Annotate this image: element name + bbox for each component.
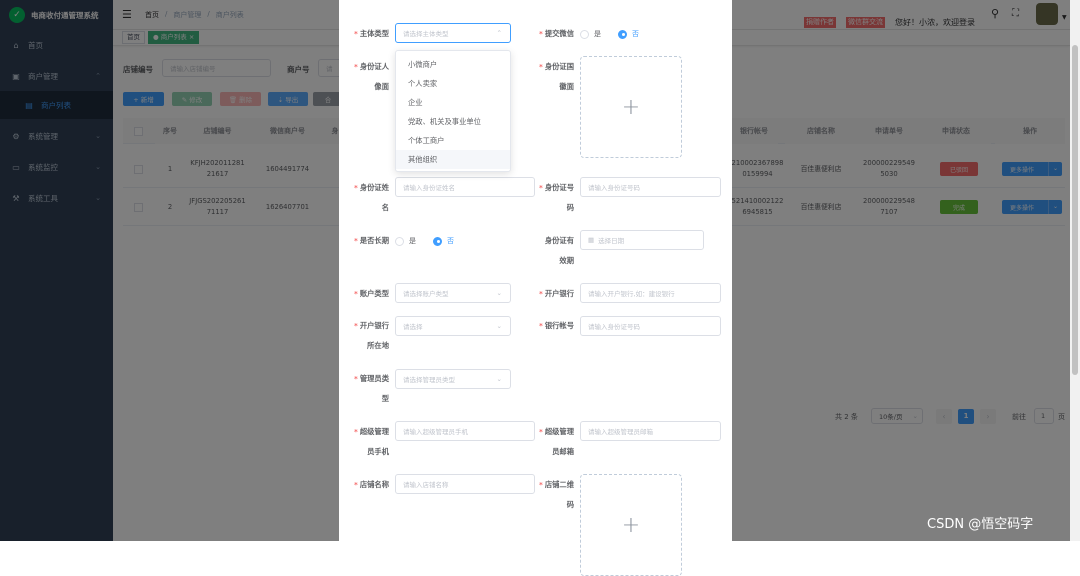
super-phone-label-2: 员手机 [367, 447, 389, 456]
admin-type-label: * 管理员类 [353, 374, 389, 383]
calendar-icon: ▦ [588, 236, 595, 244]
id-back-label: * 身份证国 [538, 62, 574, 71]
dropdown-option[interactable]: 企业 [396, 93, 510, 112]
dropdown-option[interactable]: 个体工商户 [396, 131, 510, 150]
id-no-label: * 身份证号 [538, 183, 574, 192]
id-no-input[interactable]: 请输入身份证号码 [580, 177, 721, 197]
bank-account-label: * 银行帐号 [538, 321, 574, 330]
plus-icon: + [621, 94, 641, 120]
id-holder-label: * 身份证人 [353, 62, 389, 71]
dropdown-option[interactable]: 其他组织 [396, 150, 510, 169]
store-name-input[interactable]: 请输入店铺名称 [395, 474, 535, 494]
radio-dot [580, 29, 589, 39]
watermark: CSDN @悟空码字 [927, 517, 1034, 532]
super-email-label-2: 员邮箱 [552, 447, 574, 456]
super-email-label: * 超级管理 [538, 427, 574, 436]
submit-wechat-label: * 提交微信 [538, 29, 574, 38]
bank-input[interactable]: 请输入开户银行,如：建设银行 [580, 283, 721, 303]
submit-wechat-yes-radio[interactable]: 是 [580, 29, 601, 39]
validity-label: 身份证有 [544, 236, 574, 245]
subject-type-dropdown: 小微商户 个人卖家 企业 党政、机关及事业单位 个体工商户 其他组织 [395, 50, 511, 172]
store-qr-label: * 店铺二维 [538, 480, 574, 489]
admin-type-label-2: 型 [381, 394, 389, 403]
chevron-up-icon: ⌃ [496, 29, 502, 37]
account-type-label: * 账户类型 [353, 289, 389, 298]
bank-account-input[interactable]: 请输入身份证号码 [580, 316, 721, 336]
subject-type-label: * 主体类型 [353, 29, 389, 38]
validity-date-picker[interactable]: ▦ 选择日期 [580, 230, 704, 250]
store-qr-upload[interactable]: + [580, 474, 682, 576]
validity-label-2: 效期 [559, 256, 574, 265]
id-no-label-2: 码 [566, 203, 574, 212]
plus-icon: + [621, 512, 641, 538]
dropdown-option[interactable]: 党政、机关及事业单位 [396, 112, 510, 131]
account-type-select[interactable]: 请选择账户类型 ⌄ [395, 283, 511, 303]
chevron-down-icon: ⌄ [496, 375, 502, 383]
long-term-no-radio[interactable]: 否 [433, 236, 454, 246]
id-name-label-2: 名 [381, 203, 389, 212]
bank-city-select[interactable]: 请选择 ⌄ [395, 316, 511, 336]
id-name-input[interactable]: 请输入身份证姓名 [395, 177, 535, 197]
long-term-yes-radio[interactable]: 是 [395, 236, 416, 246]
chevron-down-icon: ⌄ [496, 289, 502, 297]
subject-type-select[interactable]: 请选择主体类型 ⌃ [395, 23, 511, 43]
radio-dot [395, 236, 404, 246]
scrollbar-thumb[interactable] [1072, 45, 1078, 375]
id-holder-label-2: 像面 [374, 82, 389, 91]
store-name-label: * 店铺名称 [353, 480, 389, 489]
long-term-label: * 是否长期 [353, 236, 389, 245]
id-back-label-2: 徽面 [559, 82, 574, 91]
super-email-input[interactable]: 请输入超级管理员邮箱 [580, 421, 721, 441]
id-name-label: * 身份证姓 [353, 183, 389, 192]
bank-city-label-2: 所在地 [367, 341, 389, 350]
bank-city-label: * 开户银行 [353, 321, 389, 330]
dropdown-option[interactable]: 个人卖家 [396, 74, 510, 93]
radio-dot [433, 236, 442, 246]
chevron-down-icon: ⌄ [496, 322, 502, 330]
dropdown-option[interactable]: 小微商户 [396, 55, 510, 74]
bank-label: * 开户银行 [538, 289, 574, 298]
super-phone-input[interactable]: 请输入超级管理员手机 [395, 421, 535, 441]
id-back-upload[interactable]: + [580, 56, 682, 158]
submit-wechat-no-radio[interactable]: 否 [618, 29, 639, 39]
store-qr-label-2: 码 [566, 500, 574, 509]
super-phone-label: * 超级管理 [353, 427, 389, 436]
admin-type-select[interactable]: 请选择管理员类型 ⌄ [395, 369, 511, 389]
radio-dot [618, 29, 627, 39]
